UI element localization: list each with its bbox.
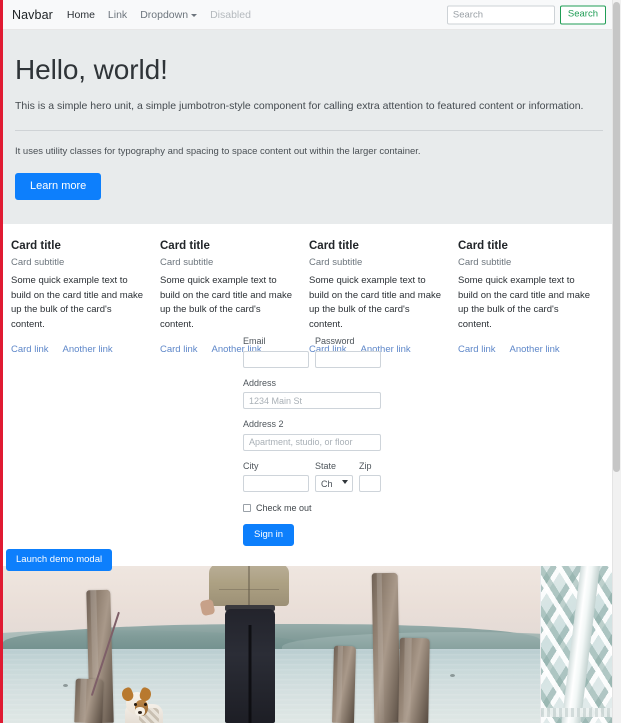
nav-link-disabled: Disabled <box>210 8 251 21</box>
carousel-slide-lattice-photo[interactable] <box>541 566 615 723</box>
card-links: Card link Another link <box>458 344 591 355</box>
card-link-primary[interactable]: Card link <box>11 344 49 355</box>
photo-lattice-base <box>541 708 615 717</box>
form-group-address2: Address 2 <box>243 419 403 451</box>
photo-piling <box>398 637 430 723</box>
card-text: Some quick example text to build on the … <box>160 275 293 331</box>
chevron-down-icon <box>191 14 198 17</box>
photo-person-hand <box>199 598 216 617</box>
state-select-wrapper: Ch <box>315 474 353 492</box>
password-field[interactable] <box>315 350 381 368</box>
card-text: Some quick example text to build on the … <box>11 275 144 331</box>
zip-label: Zip <box>359 460 372 471</box>
jumbotron-text: It uses utility classes for typography a… <box>15 145 421 157</box>
form-group-city: City <box>243 460 309 492</box>
photo-piling <box>331 645 357 723</box>
carousel[interactable] <box>3 566 615 723</box>
form-group-state: State Ch <box>315 460 353 492</box>
email-field[interactable] <box>243 350 309 368</box>
page-scrollbar[interactable] <box>612 0 621 723</box>
carousel-slide-pier-photo[interactable] <box>3 566 540 723</box>
form-group-zip: Zip <box>359 460 381 492</box>
card-title: Card title <box>309 240 359 252</box>
search-button[interactable]: Search <box>559 5 606 24</box>
card-subtitle: Card subtitle <box>309 257 363 268</box>
navbar-links: Home Link Dropdown Disabled <box>67 9 251 21</box>
nav-dropdown-toggle[interactable]: Dropdown <box>140 8 198 21</box>
zip-field[interactable] <box>359 475 381 492</box>
photo-leg-split <box>248 625 252 723</box>
photo-jacket-zipper <box>248 566 250 606</box>
card-subtitle: Card subtitle <box>160 257 214 268</box>
nav-link-home[interactable]: Home <box>67 9 95 21</box>
form-row-location: City State Ch Zip <box>243 461 403 503</box>
photo-person <box>199 566 295 723</box>
nav-dropdown-label: Dropdown <box>140 8 189 21</box>
photo-dog <box>119 686 165 723</box>
card: Card title Card subtitle Some quick exam… <box>458 240 607 355</box>
photo-piling <box>371 572 401 723</box>
photo-jacket-pocket <box>219 589 279 599</box>
form-group-email: Email <box>243 336 309 368</box>
city-label: City <box>243 460 259 471</box>
navbar-brand[interactable]: Navbar <box>12 8 53 22</box>
state-label: State <box>315 460 337 471</box>
page-viewport: Navbar Home Link Dropdown Disabled Searc… <box>3 0 615 723</box>
card-link-primary[interactable]: Card link <box>458 344 496 355</box>
address2-field[interactable] <box>243 433 381 451</box>
photo-person-legs <box>225 609 275 723</box>
page-title: Hello, world! <box>15 54 168 85</box>
scrollbar-thumb[interactable] <box>613 2 620 472</box>
check-me-out-row[interactable]: Check me out <box>243 503 403 513</box>
launch-demo-modal-button[interactable]: Launch demo modal <box>6 549 113 571</box>
card-link-secondary[interactable]: Another link <box>63 344 113 355</box>
state-select[interactable]: Ch <box>315 475 353 492</box>
address-field[interactable] <box>243 392 381 409</box>
photo-duck <box>63 684 68 687</box>
photo-piling <box>74 678 104 723</box>
card-title: Card title <box>11 240 61 252</box>
photo-person-jacket <box>209 566 289 606</box>
card-links: Card link Another link <box>11 344 144 355</box>
photo-dog-eye <box>144 703 147 706</box>
photo-dog-eye <box>134 703 137 706</box>
card-text: Some quick example text to build on the … <box>309 275 442 331</box>
signin-form: Email Password Address Address 2 City <box>243 336 403 546</box>
card: Card title Card subtitle Some quick exam… <box>11 240 160 355</box>
learn-more-button[interactable]: Learn more <box>15 173 102 200</box>
sign-in-button[interactable]: Sign in <box>243 524 295 546</box>
card-subtitle: Card subtitle <box>11 257 65 268</box>
card-link-secondary[interactable]: Another link <box>510 344 560 355</box>
divider <box>15 129 603 131</box>
form-group-address: Address <box>243 377 403 409</box>
navbar-search-form: Search <box>446 5 606 24</box>
form-group-password: Password <box>315 336 381 368</box>
navbar: Navbar Home Link Dropdown Disabled Searc… <box>3 0 615 30</box>
password-label: Password <box>315 336 355 346</box>
card-subtitle: Card subtitle <box>458 257 512 268</box>
photo-duck <box>450 674 455 677</box>
form-row-credentials: Email Password <box>243 336 403 378</box>
browser-page: Navbar Home Link Dropdown Disabled Searc… <box>0 0 621 723</box>
photo-dog-nose <box>138 711 142 714</box>
email-label: Email <box>243 336 266 346</box>
card-text: Some quick example text to build on the … <box>458 275 591 331</box>
check-me-out-label: Check me out <box>256 503 312 513</box>
search-input[interactable] <box>446 5 555 24</box>
card-title: Card title <box>458 240 508 252</box>
card-title: Card title <box>160 240 210 252</box>
jumbotron-lead: This is a simple hero unit, a simple jum… <box>15 100 584 112</box>
nav-link-link[interactable]: Link <box>108 9 127 21</box>
address2-label: Address 2 <box>243 419 284 429</box>
address-label: Address <box>243 377 277 388</box>
city-field[interactable] <box>243 475 309 492</box>
card-link-primary[interactable]: Card link <box>160 344 198 355</box>
check-me-out-checkbox[interactable] <box>243 504 251 512</box>
jumbotron: Hello, world! This is a simple hero unit… <box>3 30 615 224</box>
